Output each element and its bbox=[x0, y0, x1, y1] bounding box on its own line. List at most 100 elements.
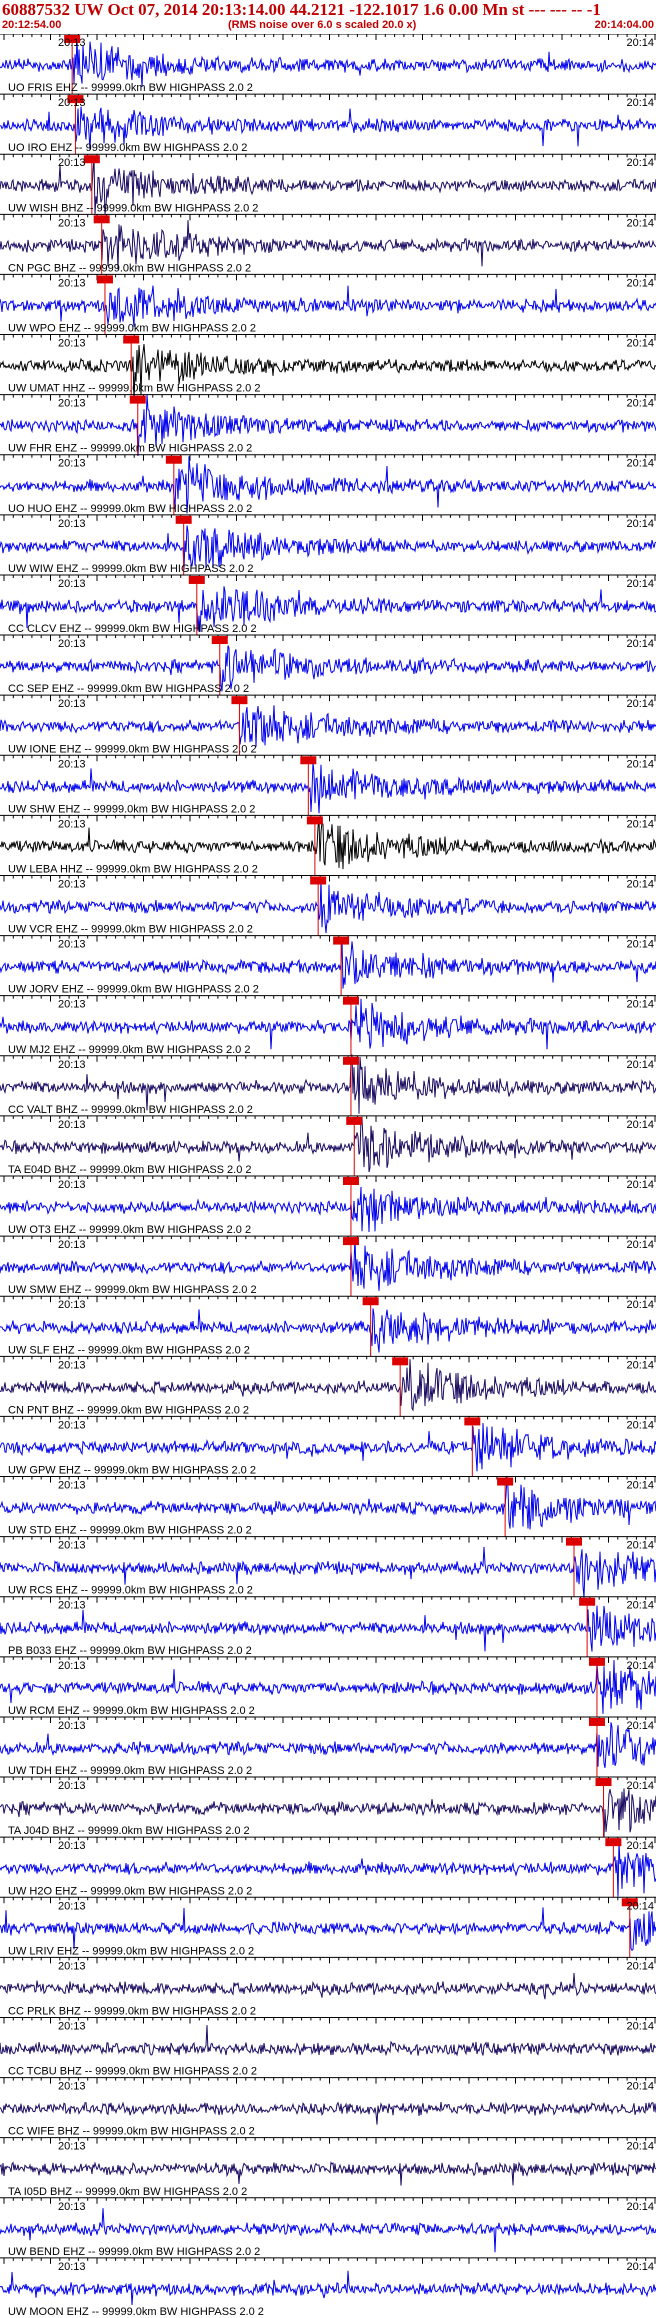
trace-label: UW WIW EHZ -- 99999.0km BW HIGHPASS 2.0 … bbox=[8, 563, 254, 575]
trace-label: UW SLF EHZ -- 99999.0km BW HIGHPASS 2.0 … bbox=[8, 1344, 250, 1356]
trace-row: 20:13 20:14 UO FRIS EHZ -- 99999.0km BW HI… bbox=[0, 34, 656, 95]
trace-label: CC WIFE BHZ -- 99999.0km BW HIGHPASS 2.0… bbox=[8, 2126, 255, 2138]
trace-time-right: 20:14 bbox=[626, 157, 654, 169]
trace-row: 20:13 20:14 CC PRLK BHZ -- 99999.0km BW HI… bbox=[0, 1956, 656, 2017]
trace-row: 20:13 20:14 UW RCS EHZ -- 99999.0km BW HIG… bbox=[0, 1536, 656, 1598]
trace-label: CC CLCV EHZ -- 99999.0km BW HIGHPASS 2.0… bbox=[8, 623, 257, 635]
trace-time-right: 20:14 bbox=[626, 758, 654, 770]
trace-row: 20:13 20:14 CC TCBU BHZ -- 99999.0km BW HI… bbox=[0, 2016, 656, 2078]
trace-label: CC VALT BHZ -- 99999.0km BW HIGHPASS 2.0… bbox=[8, 1104, 253, 1116]
trace-time-right: 20:14 bbox=[626, 1960, 654, 1972]
trace-time-right: 20:14 bbox=[626, 1720, 654, 1732]
trace-label: UO FRIS EHZ -- 99999.0km BW HIGHPASS 2.0… bbox=[8, 82, 253, 94]
trace-time-left: 20:13 bbox=[58, 1299, 86, 1311]
trace-row: 20:13 20:14 CC VALT BHZ -- 99999.0km BW HI… bbox=[0, 1054, 656, 1116]
trace-time-left: 20:13 bbox=[58, 2261, 86, 2273]
trace-label: UW RCS EHZ -- 99999.0km BW HIGHPASS 2.0 … bbox=[8, 1585, 253, 1597]
trace-label: UW BEND EHZ -- 99999.0km BW HIGHPASS 2.0… bbox=[8, 2246, 260, 2258]
trace-label: UW H2O EHZ -- 99999.0km BW HIGHPASS 2.0 … bbox=[8, 1885, 252, 1897]
trace-time-right: 20:14 bbox=[626, 518, 654, 530]
trace-time-left: 20:13 bbox=[58, 1900, 86, 1912]
trace-time-left: 20:13 bbox=[58, 277, 86, 289]
trace-time-right: 20:14 bbox=[626, 1600, 654, 1612]
trace-time-left: 20:13 bbox=[58, 157, 86, 169]
trace-label: UW SMW EHZ -- 99999.0km BW HIGHPASS 2.0 … bbox=[8, 1284, 257, 1296]
trace-time-left: 20:13 bbox=[58, 2201, 86, 2213]
waveform bbox=[0, 35, 656, 88]
trace-row: 20:13 20:14 UW LRIV EHZ -- 99999.0km BW HI… bbox=[0, 1896, 656, 1958]
trace-time-left: 20:13 bbox=[58, 1660, 86, 1672]
trace-label: UW FHR EHZ -- 99999.0km BW HIGHPASS 2.0 … bbox=[8, 443, 252, 455]
trace-row: 20:13 20:14 UW STD EHZ -- 99999.0km BW HIG… bbox=[0, 1476, 656, 1537]
waveform bbox=[0, 1722, 656, 1769]
trace-label: UW IONE EHZ -- 99999.0km BW HIGHPASS 2.0… bbox=[8, 743, 257, 755]
trace-row: 20:13 20:14 CC WIFE BHZ -- 99999.0km BW HI… bbox=[0, 2077, 656, 2138]
trace-time-right: 20:14 bbox=[626, 2141, 654, 2153]
trace-time-left: 20:13 bbox=[58, 1059, 86, 1071]
trace-time-right: 20:14 bbox=[626, 1660, 654, 1672]
trace-label: UW MOON EHZ -- 99999.0km BW HIGHPASS 2.0… bbox=[8, 2306, 264, 2318]
trace-row: 20:13 20:14 UW LEBA HHZ -- 99999.0km BW HI… bbox=[0, 814, 656, 876]
header: 60887532 UW Oct 07, 2014 20:13:14.00 44.… bbox=[0, 0, 656, 34]
trace-time-left: 20:13 bbox=[58, 1600, 86, 1612]
trace-label: UW MJ2 EHZ -- 99999.0km BW HIGHPASS 2.0 … bbox=[8, 1044, 250, 1056]
trace-time-right: 20:14 bbox=[626, 2261, 654, 2273]
trace-time-left: 20:13 bbox=[58, 1419, 86, 1431]
trace-time-right: 20:14 bbox=[626, 217, 654, 229]
waveform bbox=[0, 1907, 656, 1952]
trace-time-right: 20:14 bbox=[626, 1540, 654, 1552]
trace-row: 20:13 20:14 TA E04D BHZ -- 99999.0km BW HI… bbox=[0, 1115, 656, 1176]
trace-label: UW LRIV EHZ -- 99999.0km BW HIGHPASS 2.0… bbox=[8, 1945, 254, 1957]
trace-time-right: 20:14 bbox=[626, 1299, 654, 1311]
seismogram-traces: 20:13 20:14 UO FRIS EHZ -- 99999.0km BW HI… bbox=[0, 34, 656, 2318]
trace-row: 20:13 20:14 UW TDH EHZ -- 99999.0km BW HIG… bbox=[0, 1716, 656, 1778]
trace-time-left: 20:13 bbox=[58, 1359, 86, 1371]
trace-label: UW RCM EHZ -- 99999.0km BW HIGHPASS 2.0 … bbox=[8, 1705, 255, 1717]
waveform bbox=[0, 1972, 656, 2000]
waveform bbox=[0, 2270, 656, 2306]
trace-time-left: 20:13 bbox=[58, 37, 86, 49]
trace-time-right: 20:14 bbox=[626, 97, 654, 109]
trace-row: 20:13 20:14 UW IONE EHZ -- 99999.0km BW HI… bbox=[0, 694, 656, 756]
waveform bbox=[0, 998, 656, 1050]
trace-time-right: 20:14 bbox=[626, 277, 654, 289]
trace-time-left: 20:13 bbox=[58, 1239, 86, 1251]
trace-time-right: 20:14 bbox=[626, 638, 654, 650]
trace-row: 20:13 20:14 UW RCM EHZ -- 99999.0km BW HIG… bbox=[0, 1656, 656, 1717]
trace-time-right: 20:14 bbox=[626, 1119, 654, 1131]
trace-time-left: 20:13 bbox=[58, 999, 86, 1011]
trace-row: 20:13 20:14 UW WPO EHZ -- 99999.0km BW HIG… bbox=[0, 273, 656, 335]
trace-label: CN PNT BHZ -- 99999.0km BW HIGHPASS 2.0 … bbox=[8, 1404, 249, 1416]
trace-label: UO HUO EHZ -- 99999.0km BW HIGHPASS 2.0 … bbox=[8, 503, 252, 515]
trace-time-left: 20:13 bbox=[58, 1540, 86, 1552]
trace-time-left: 20:13 bbox=[58, 698, 86, 710]
trace-label: CC PRLK BHZ -- 99999.0km BW HIGHPASS 2.0… bbox=[8, 2005, 256, 2017]
trace-row: 20:13 20:14 UW SLF EHZ -- 99999.0km BW HIG… bbox=[0, 1295, 656, 1357]
waveform bbox=[0, 938, 656, 989]
trace-label: CC SEP EHZ -- 99999.0km BW HIGHPASS 2.0 … bbox=[8, 683, 249, 695]
trace-time-right: 20:14 bbox=[626, 1900, 654, 1912]
trace-row: 20:13 20:14 UW MOON EHZ -- 99999.0km BW HI… bbox=[0, 2257, 656, 2318]
trace-row: 20:13 20:14 TA I05D BHZ -- 99999.0km BW HI… bbox=[0, 2137, 656, 2198]
trace-time-right: 20:14 bbox=[626, 1419, 654, 1431]
trace-row: 20:13 20:14 UW BEND EHZ -- 99999.0km BW HI… bbox=[0, 2197, 656, 2258]
trace-row: 20:13 20:14 CC SEP EHZ -- 99999.0km BW HIG… bbox=[0, 634, 656, 696]
trace-row: 20:13 20:14 UW MJ2 EHZ -- 99999.0km BW HIG… bbox=[0, 995, 656, 1056]
trace-row: 20:13 20:14 UW UMAT HHZ -- 99999.0km BW HI… bbox=[0, 334, 656, 402]
trace-time-left: 20:13 bbox=[58, 638, 86, 650]
trace-time-right: 20:14 bbox=[626, 1480, 654, 1492]
trace-row: 20:13 20:14 UW WISH BHZ -- 99999.0km BW HI… bbox=[0, 153, 656, 215]
trace-label: UW TDH EHZ -- 99999.0km BW HIGHPASS 2.0 … bbox=[8, 1765, 252, 1777]
trace-label: UW OT3 EHZ -- 99999.0km BW HIGHPASS 2.0 … bbox=[8, 1224, 251, 1236]
trace-time-left: 20:13 bbox=[58, 1960, 86, 1972]
rms-note: (RMS noise over 6.0 s scaled 20.0 x) bbox=[228, 19, 417, 31]
trace-time-right: 20:14 bbox=[626, 2201, 654, 2213]
trace-row: 20:13 20:14 CN PNT BHZ -- 99999.0km BW HIG… bbox=[0, 1355, 656, 1417]
trace-row: 20:13 20:14 TA J04D BHZ -- 99999.0km BW HI… bbox=[0, 1776, 656, 1838]
trace-time-left: 20:13 bbox=[58, 2020, 86, 2032]
trace-label: PB B033 EHZ -- 99999.0km BW HIGHPASS 2.0… bbox=[8, 1645, 252, 1657]
trace-time-left: 20:13 bbox=[58, 1119, 86, 1131]
trace-time-left: 20:13 bbox=[58, 518, 86, 530]
trace-time-right: 20:14 bbox=[626, 2081, 654, 2093]
trace-row: 20:13 20:14 UW JORV EHZ -- 99999.0km BW HI… bbox=[0, 935, 656, 996]
